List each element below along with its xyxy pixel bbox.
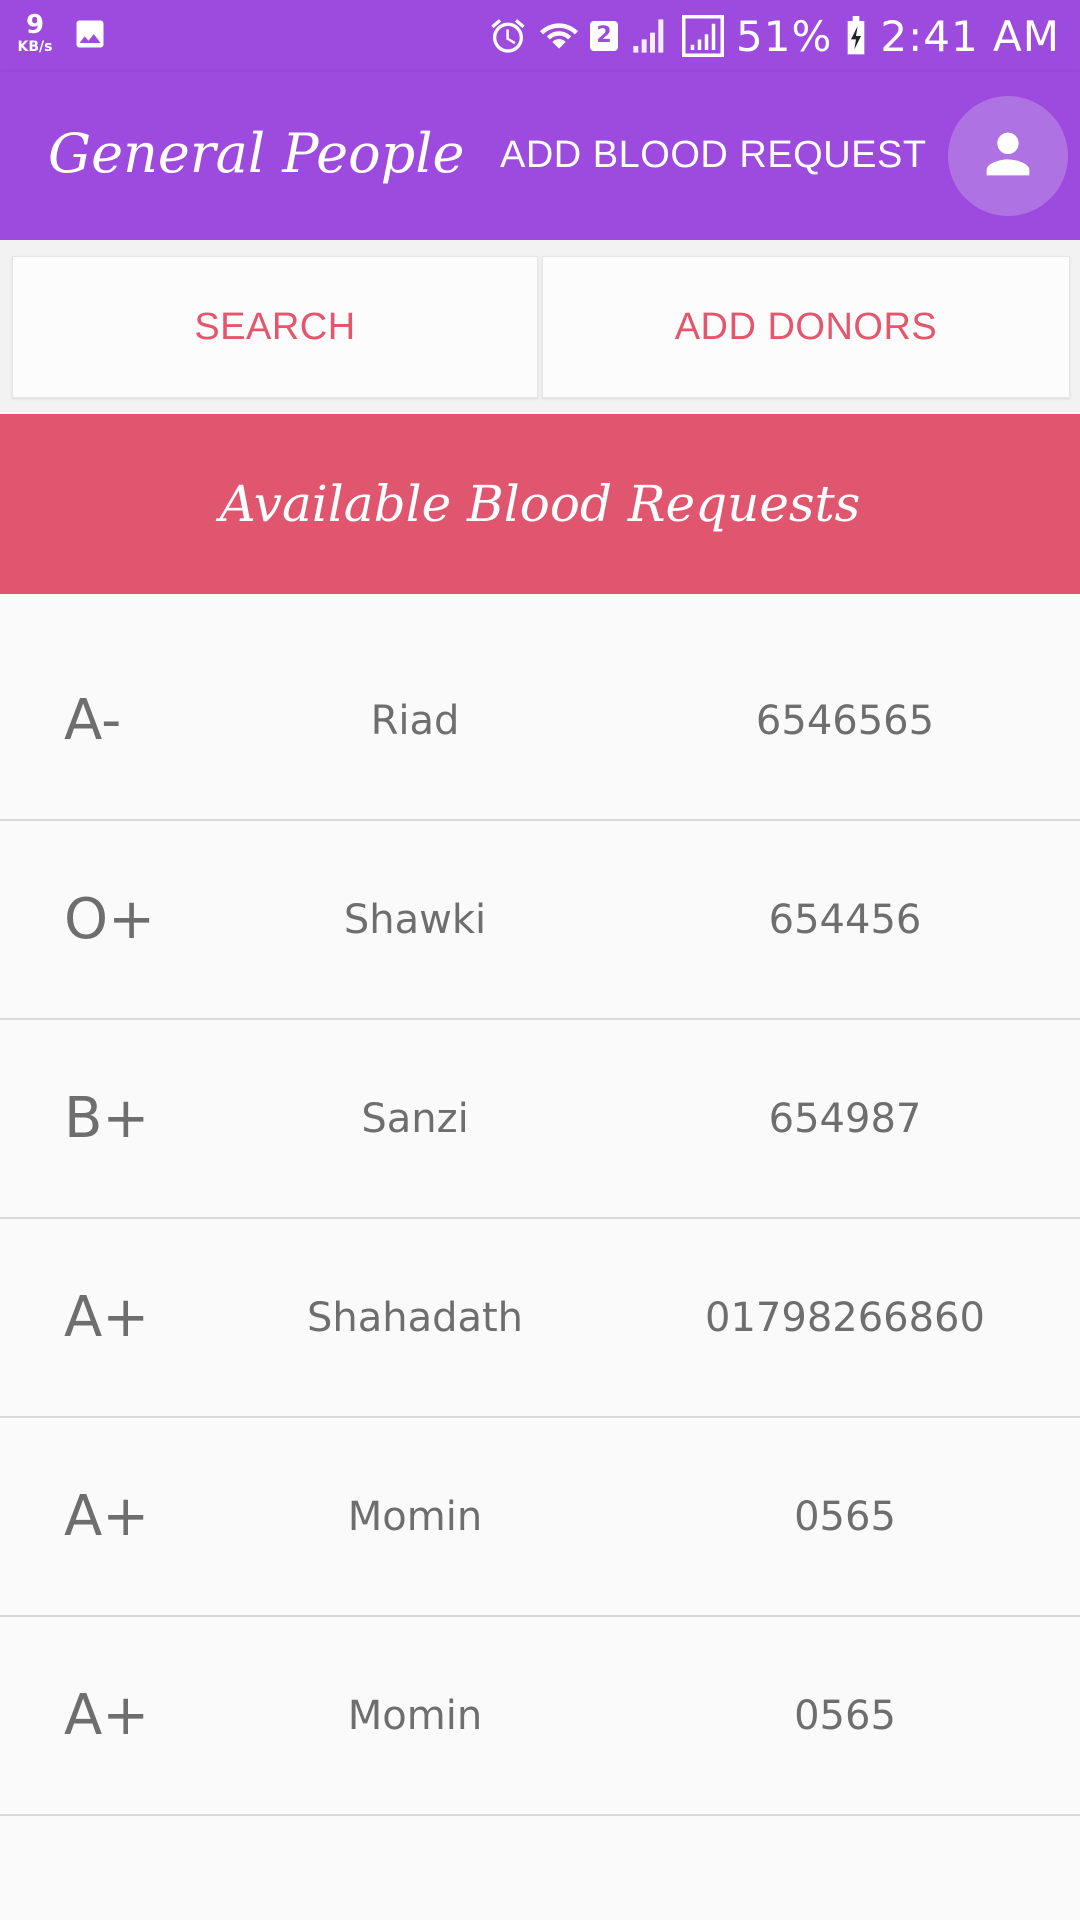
blood-request-list: A- Riad 6546565 O+ Shawki 654456 B+ Sanz… bbox=[0, 622, 1080, 1816]
network-speed: 9 KB/s bbox=[12, 12, 58, 54]
battery-icon bbox=[844, 16, 868, 56]
battery-percent: 51% bbox=[736, 11, 833, 61]
phone-number: 01798266860 bbox=[705, 1294, 985, 1341]
action-buttons-row: SEARCH ADD DONORS bbox=[0, 240, 1080, 412]
list-item[interactable]: A+ Momin 0565 bbox=[0, 1418, 1080, 1617]
search-button[interactable]: SEARCH bbox=[12, 256, 538, 398]
requester-name: Sanzi bbox=[361, 1095, 469, 1142]
app-title: General People bbox=[48, 122, 465, 185]
wifi-icon bbox=[540, 16, 578, 56]
list-item[interactable]: A+ Momin 0565 bbox=[0, 1617, 1080, 1816]
sim-slot-badge: 2 bbox=[590, 21, 618, 51]
clock-time: 2:41 AM bbox=[880, 11, 1060, 61]
requester-name: Momin bbox=[347, 1692, 483, 1739]
list-item[interactable]: A+ Shahadath 01798266860 bbox=[0, 1219, 1080, 1418]
add-donors-button[interactable]: ADD DONORS bbox=[542, 256, 1070, 398]
requester-name: Riad bbox=[370, 697, 460, 744]
blood-group: A+ bbox=[64, 1484, 150, 1549]
network-speed-unit: KB/s bbox=[17, 39, 53, 55]
blood-group: A+ bbox=[64, 1285, 150, 1350]
signal-icon-2 bbox=[682, 15, 724, 57]
phone-number: 654987 bbox=[768, 1095, 922, 1142]
status-icons: 2 51% 2:41 AM bbox=[488, 11, 1060, 61]
section-banner: Available Blood Requests bbox=[0, 414, 1080, 594]
signal-icon bbox=[630, 16, 670, 56]
list-item[interactable]: B+ Sanzi 654987 bbox=[0, 1020, 1080, 1219]
app-bar: General People ADD BLOOD REQUEST bbox=[0, 72, 1080, 240]
blood-group: A+ bbox=[64, 1683, 150, 1748]
profile-button[interactable] bbox=[948, 96, 1068, 216]
phone-number: 654456 bbox=[768, 896, 922, 943]
phone-number: 0565 bbox=[794, 1493, 896, 1540]
gallery-icon bbox=[72, 16, 108, 56]
blood-group: A- bbox=[64, 688, 122, 753]
phone-number: 0565 bbox=[794, 1692, 896, 1739]
alarm-icon bbox=[488, 16, 528, 56]
phone-number: 6546565 bbox=[755, 697, 935, 744]
requester-name: Shawki bbox=[343, 896, 487, 943]
blood-group: B+ bbox=[64, 1086, 150, 1151]
list-item[interactable]: A- Riad 6546565 bbox=[0, 622, 1080, 821]
requester-name: Momin bbox=[347, 1493, 483, 1540]
status-bar: 9 KB/s 2 51% 2:41 AM bbox=[0, 0, 1080, 72]
blood-group: O+ bbox=[64, 887, 155, 952]
list-item[interactable]: O+ Shawki 654456 bbox=[0, 821, 1080, 1020]
person-icon bbox=[976, 122, 1040, 190]
requester-name: Shahadath bbox=[306, 1294, 524, 1341]
add-blood-request-button[interactable]: ADD BLOOD REQUEST bbox=[500, 134, 927, 177]
network-speed-value: 9 bbox=[25, 10, 45, 40]
